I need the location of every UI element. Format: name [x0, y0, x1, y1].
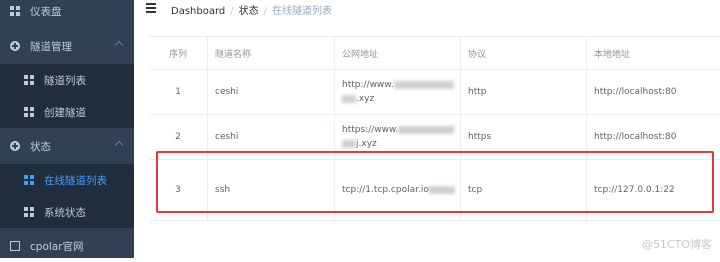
hamburger-icon[interactable] — [146, 3, 156, 13]
watermark: @51CTO博客 — [641, 238, 712, 251]
plus-circle-icon — [10, 141, 20, 151]
plus-circle-icon — [10, 41, 20, 51]
tunnel-table: 序列 隧道名称 公网地址 协议 本地地址 1 ceshi http://www.… — [148, 36, 720, 221]
breadcrumb-separator: / — [230, 6, 234, 17]
column-header-protocol: 协议 — [461, 37, 587, 69]
cell-name: ceshi — [208, 70, 335, 114]
cell-local-address: http://localhost:80 — [587, 70, 720, 114]
breadcrumb: Dashboard / 状态 / 在线隧道列表 — [171, 2, 332, 17]
cell-public-url: http://www. .xyz — [335, 70, 461, 114]
sidebar-item-system-status[interactable]: 系统状态 — [0, 196, 134, 228]
sidebar-item-label: cpolar官网 — [30, 240, 84, 253]
grid-icon — [24, 207, 34, 217]
redacted-blur — [398, 125, 455, 134]
sidebar-item-create-tunnel[interactable]: 创建隧道 — [0, 96, 134, 128]
sidebar-item-dashboard[interactable]: 仪表盘 — [0, 0, 134, 27]
redacted-blur — [393, 80, 454, 89]
sidebar-item-online-tunnels[interactable]: 在线隧道列表 — [0, 164, 134, 196]
url-text: https://www. — [342, 125, 399, 135]
sidebar-item-cpolar-site[interactable]: cpolar官网 — [0, 230, 134, 262]
breadcrumb-status[interactable]: 状态 — [239, 6, 259, 17]
redacted-blur — [342, 94, 356, 103]
table-header-row: 序列 隧道名称 公网地址 协议 本地地址 — [149, 37, 720, 70]
column-header-index: 序列 — [149, 37, 208, 69]
redacted-blur — [342, 139, 356, 148]
grid-icon — [24, 107, 34, 117]
sidebar-item-tunnel-list[interactable]: 隧道列表 — [0, 64, 134, 96]
grid-icon — [24, 175, 34, 185]
column-header-public-url: 公网地址 — [335, 37, 461, 69]
chevron-up-icon — [114, 140, 124, 150]
breadcrumb-dashboard[interactable]: Dashboard — [171, 6, 225, 17]
column-header-name: 隧道名称 — [208, 37, 335, 69]
sidebar-item-label: 创建隧道 — [44, 106, 86, 119]
sidebar-item-label: 状态 — [30, 140, 51, 153]
column-header-local-address: 本地地址 — [587, 37, 720, 69]
sidebar-item-label: 仪表盘 — [30, 5, 62, 18]
external-link-icon — [10, 241, 20, 251]
sidebar-item-label: 在线隧道列表 — [44, 174, 107, 187]
cell-protocol: http — [461, 70, 587, 114]
sidebar-item-label: 隧道管理 — [30, 40, 72, 53]
cell-index: 1 — [149, 70, 208, 114]
chevron-up-icon — [114, 40, 124, 50]
highlight-box — [156, 151, 714, 213]
table-row: 1 ceshi http://www. .xyz http http://loc… — [149, 70, 720, 115]
sidebar-item-label: 系统状态 — [44, 206, 86, 219]
top-bar: Dashboard / 状态 / 在线隧道列表 — [134, 0, 720, 18]
sidebar-item-status[interactable]: 状态 — [0, 130, 134, 162]
url-text: j.xyz — [356, 139, 377, 149]
sidebar-item-label: 隧道列表 — [44, 74, 86, 87]
sidebar: 仪表盘 隧道管理 隧道列表 创建隧道 状态 在线隧道列表 系统状态 cpolar… — [0, 0, 134, 258]
url-text: .xyz — [356, 94, 375, 104]
breadcrumb-current: 在线隧道列表 — [272, 6, 333, 17]
sidebar-item-tunnel-management[interactable]: 隧道管理 — [0, 30, 134, 62]
grid-icon — [24, 75, 34, 85]
breadcrumb-separator: / — [263, 6, 268, 17]
url-text: http://www. — [342, 80, 394, 90]
dashboard-icon — [10, 6, 20, 16]
